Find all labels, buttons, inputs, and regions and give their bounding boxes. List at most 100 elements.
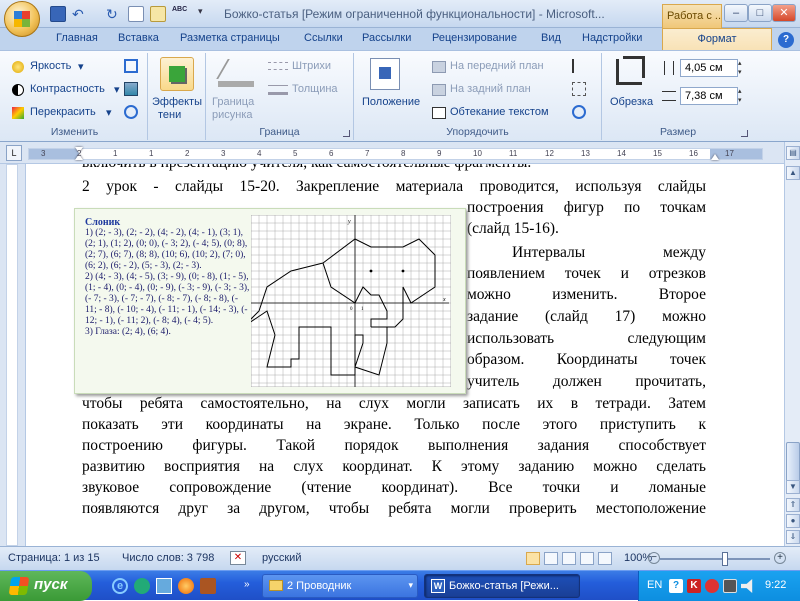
taskbar-explorer-button[interactable]: 2 Проводник ▾ [262, 574, 418, 598]
picture-border-line1[interactable]: Граница [212, 96, 254, 108]
quicklaunch-desktop-icon[interactable] [156, 578, 172, 594]
right-indent-icon[interactable] [711, 154, 719, 160]
tab-home[interactable]: Главная [56, 32, 98, 44]
position-button[interactable]: Положение [362, 96, 420, 108]
horizontal-ruler[interactable]: L 3 2 1 1 2 3 4 5 6 7 8 9 10 11 12 13 14 15 16 17 [0, 142, 800, 164]
next-page-icon[interactable]: ⇓ [786, 530, 800, 544]
tab-page-layout[interactable]: Разметка страницы [180, 32, 280, 44]
send-back-icon [432, 84, 446, 96]
document-page[interactable]: включить в презентацию учителя, как само… [26, 164, 784, 546]
send-back-button[interactable]: На задний план [450, 83, 531, 95]
tray-network-icon[interactable] [723, 579, 737, 593]
width-spinner-icon[interactable]: ▴ ▾ [738, 87, 748, 105]
outline-view-icon[interactable] [580, 552, 594, 565]
size-dialog-launcher-icon[interactable] [741, 130, 748, 137]
input-language[interactable]: EN [647, 579, 662, 591]
quicklaunch-app-icon[interactable] [200, 578, 216, 594]
properties-icon[interactable] [150, 6, 166, 22]
tab-selector-icon[interactable]: L [6, 145, 22, 161]
zoom-slider-thumb[interactable] [722, 552, 728, 566]
border-dialog-launcher-icon[interactable] [343, 130, 350, 137]
redo-icon[interactable]: ↻ [106, 6, 122, 22]
previous-page-icon[interactable]: ⇑ [786, 498, 800, 512]
rotate-icon[interactable] [572, 105, 586, 119]
tab-references[interactable]: Ссылки [304, 32, 343, 44]
recolor-button[interactable]: Перекрасить [30, 106, 96, 118]
minimize-button[interactable]: – [724, 4, 748, 22]
ruler-track[interactable]: 3 2 1 1 2 3 4 5 6 7 8 9 10 11 12 13 14 15 16 17 [28, 147, 763, 160]
customize-qat-icon[interactable]: ▾ [198, 6, 214, 22]
help-icon[interactable]: ? [778, 32, 794, 48]
vertical-scrollbar[interactable]: ▤ ▲ ▼ ⇑ ● ⇓ [784, 142, 800, 546]
text-wrap-button[interactable]: Обтекание текстом [450, 106, 549, 118]
brightness-dropdown-icon[interactable]: ▾ [78, 60, 84, 73]
shadow-effects-line1[interactable]: Эффекты [152, 96, 202, 108]
zoom-in-icon[interactable]: + [774, 552, 786, 564]
brightness-button[interactable]: Яркость [30, 60, 71, 72]
office-button[interactable] [4, 1, 40, 37]
scroll-up-icon[interactable]: ▲ [786, 166, 800, 180]
change-picture-icon[interactable] [124, 82, 138, 96]
position-icon[interactable] [370, 58, 400, 90]
contrast-dropdown-icon[interactable]: ▾ [114, 83, 120, 96]
vertical-ruler[interactable] [0, 164, 26, 546]
shadow-effects-icon[interactable] [160, 57, 194, 91]
ruler-toggle-icon[interactable]: ▤ [786, 146, 800, 160]
browse-object-icon[interactable]: ● [786, 514, 800, 528]
web-layout-view-icon[interactable] [562, 552, 576, 565]
recolor-dropdown-icon[interactable]: ▾ [106, 106, 112, 119]
close-button[interactable]: ✕ [772, 4, 796, 22]
picture-border-line2[interactable]: рисунка [212, 109, 253, 121]
tray-security-icon[interactable] [705, 579, 719, 593]
align-icon[interactable] [572, 59, 586, 73]
tray-help-icon[interactable]: ? [669, 579, 683, 593]
page-count[interactable]: Страница: 1 из 15 [8, 552, 100, 564]
contrast-button[interactable]: Контрастность [30, 83, 105, 95]
quicklaunch-media-icon[interactable] [134, 578, 150, 594]
scroll-down-icon[interactable]: ▼ [786, 480, 800, 494]
print-layout-view-icon[interactable] [526, 552, 540, 565]
spelling-icon[interactable]: ABC [172, 6, 188, 22]
shadow-effects-line2[interactable]: тени [158, 109, 181, 121]
bring-front-button[interactable]: На передний план [450, 60, 544, 72]
maximize-button[interactable]: □ [748, 4, 772, 22]
tab-mailings[interactable]: Рассылки [362, 32, 411, 44]
height-input[interactable]: 4,05 см [680, 59, 738, 77]
crop-icon[interactable] [616, 56, 645, 85]
print-preview-icon[interactable] [128, 6, 144, 22]
scroll-thumb[interactable] [786, 442, 800, 482]
start-button[interactable]: пуск [0, 571, 92, 601]
width-input[interactable]: 7,38 см [680, 87, 738, 105]
group-objects-icon[interactable] [572, 82, 586, 96]
tray-volume-icon[interactable] [741, 579, 753, 593]
tab-review[interactable]: Рецензирование [432, 32, 517, 44]
elephant-figure[interactable]: Слоник 1) (2; - 3), (2; - 2), (4; - 2), … [74, 208, 466, 394]
group-border-label: Граница [259, 126, 300, 138]
reset-picture-icon[interactable] [124, 105, 138, 119]
tab-format[interactable]: Формат [662, 28, 772, 50]
tab-insert[interactable]: Вставка [118, 32, 159, 44]
quicklaunch-more-icon[interactable]: » [244, 579, 250, 590]
height-spinner-icon[interactable]: ▴ ▾ [738, 59, 748, 77]
dashes-button[interactable]: Штрихи [292, 60, 331, 72]
quicklaunch-ie-icon[interactable]: e [112, 578, 128, 594]
zoom-out-icon[interactable]: − [648, 552, 660, 564]
zoom-slider[interactable] [660, 558, 770, 560]
save-icon[interactable] [50, 6, 66, 22]
tab-addins[interactable]: Надстройки [582, 32, 642, 44]
proofing-icon[interactable]: ✕ [230, 551, 246, 565]
tab-view[interactable]: Вид [541, 32, 561, 44]
taskbar-word-button[interactable]: W Божко-статья [Режи... [424, 574, 580, 598]
full-screen-view-icon[interactable] [544, 552, 558, 565]
language-indicator[interactable]: русский [262, 552, 301, 564]
weight-button[interactable]: Толщина [292, 83, 338, 95]
tray-antivirus-icon[interactable]: K [687, 579, 701, 593]
crop-button[interactable]: Обрезка [610, 96, 653, 108]
undo-icon[interactable]: ↶ [72, 6, 88, 22]
word-count[interactable]: Число слов: 3 798 [122, 552, 214, 564]
quicklaunch-firefox-icon[interactable] [178, 578, 194, 594]
picture-border-icon[interactable] [216, 57, 254, 89]
draft-view-icon[interactable] [598, 552, 612, 565]
compress-icon[interactable] [124, 59, 138, 73]
weight-icon [268, 85, 288, 95]
